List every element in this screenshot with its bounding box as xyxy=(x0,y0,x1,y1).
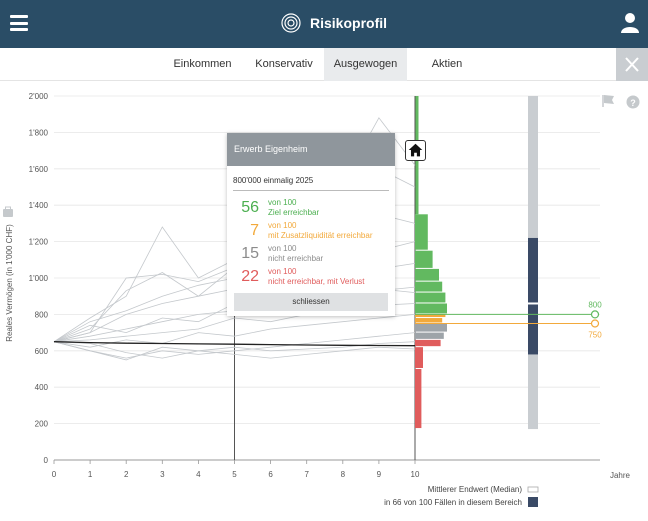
legend-range-label: in 66 von 100 Fällen in diesem Bereich xyxy=(384,498,522,507)
y-tick-label: 1'200 xyxy=(29,238,49,247)
x-tick-label: 9 xyxy=(377,470,382,479)
popup-line1: von 100 xyxy=(268,244,297,253)
popup-text: von 100 nicht erreichbar xyxy=(268,244,323,264)
x-tick-label: 5 xyxy=(232,470,237,479)
x-tick-label: 1 xyxy=(88,470,93,479)
goal-line-label: 800 xyxy=(588,300,602,309)
popup-line1: von 100 xyxy=(268,221,297,230)
y-tick-label: 600 xyxy=(35,347,49,356)
legend-range-swatch xyxy=(528,497,538,507)
histogram-bar xyxy=(415,369,422,429)
popup-line1: von 100 xyxy=(268,198,297,207)
popup-subtitle: 800'000 einmalig 2025 xyxy=(233,176,389,191)
histogram-bar xyxy=(415,318,443,323)
histogram-bar xyxy=(415,347,423,368)
popup-num: 22 xyxy=(241,268,259,285)
range-median-marker xyxy=(528,302,538,305)
histogram-bar xyxy=(415,292,446,303)
close-icon[interactable] xyxy=(616,48,648,81)
x-tick-label: 10 xyxy=(411,470,420,479)
popup-line2: Ziel erreichbar xyxy=(268,208,320,217)
briefcase-icon[interactable] xyxy=(3,206,13,217)
goal-line-handle[interactable] xyxy=(590,310,600,319)
popup-text: von 100 nicht erreichbar, mit Verlust xyxy=(268,267,364,287)
popup-num: 56 xyxy=(241,199,259,216)
home-icon[interactable] xyxy=(405,140,426,161)
top-bar: Risikoprofil xyxy=(0,0,648,48)
histogram-bar xyxy=(415,303,447,314)
event-popup: Erwerb Eigenheim 800'000 einmalig 2025 5… xyxy=(227,133,395,316)
popup-title: Erwerb Eigenheim xyxy=(227,133,395,166)
y-tick-label: 200 xyxy=(35,420,49,429)
x-tick-label: 2 xyxy=(124,470,129,479)
histogram-bar xyxy=(415,323,447,332)
flag-icon[interactable] xyxy=(602,95,614,107)
x-tick-label: 8 xyxy=(341,470,346,479)
x-tick-label: 4 xyxy=(196,470,201,479)
close-popup-button[interactable]: schliessen xyxy=(234,293,388,311)
help-icon[interactable]: ? xyxy=(626,95,640,109)
y-axis-label: Reales Vermögen (in 1'000 CHF) xyxy=(5,224,14,342)
x-tick-label: 7 xyxy=(304,470,309,479)
y-tick-label: 1'600 xyxy=(29,165,49,174)
tab-ausgewogen[interactable]: Ausgewogen xyxy=(324,48,407,81)
y-tick-label: 1'400 xyxy=(29,201,49,210)
y-tick-label: 800 xyxy=(35,310,49,319)
popup-num: 15 xyxy=(241,245,259,262)
tab-konservativ[interactable]: Konservativ xyxy=(246,48,322,81)
x-tick-label: 6 xyxy=(268,470,273,479)
liquidity-line-label: 750 xyxy=(588,331,602,340)
target-icon xyxy=(281,13,301,33)
menu-icon[interactable] xyxy=(10,15,28,31)
y-tick-label: 400 xyxy=(35,383,49,392)
legend-median-swatch xyxy=(527,486,539,493)
popup-row-reachable: 56 von 100 Ziel erreichbar xyxy=(235,197,395,220)
popup-line2: nicht erreichbar, mit Verlust xyxy=(268,277,365,286)
liquidity-line-handle[interactable] xyxy=(590,319,600,328)
histogram-bar xyxy=(415,339,441,347)
tab-bar: Einkommen Konservativ Ausgewogen Aktien xyxy=(0,48,648,81)
page-title: Risikoprofil xyxy=(310,15,388,31)
popup-text: von 100 mit Zusatzliquidität erreichbar xyxy=(268,221,372,241)
x-tick-label: 3 xyxy=(160,470,165,479)
y-tick-label: 1'000 xyxy=(29,274,49,283)
y-tick-label: 2'000 xyxy=(29,92,49,101)
y-tick-label: 1'800 xyxy=(29,128,49,137)
y-tick-label: 0 xyxy=(44,456,49,465)
x-axis-label: Jahre xyxy=(610,471,631,480)
popup-line2: nicht erreichbar xyxy=(268,254,324,263)
popup-text: von 100 Ziel erreichbar xyxy=(268,198,319,218)
x-tick-label: 0 xyxy=(52,470,57,479)
histogram-bar xyxy=(415,250,433,268)
popup-row-loss: 22 von 100 nicht erreichbar, mit Verlust xyxy=(235,266,395,289)
legend-median-label: Mittlerer Endwert (Median) xyxy=(428,485,523,494)
histogram-bar xyxy=(415,268,439,281)
popup-num: 7 xyxy=(250,222,259,239)
popup-line2: mit Zusatzliquidität erreichbar xyxy=(268,231,373,240)
histogram-bar xyxy=(415,214,428,250)
svg-text:?: ? xyxy=(630,98,636,108)
tab-einkommen[interactable]: Einkommen xyxy=(165,48,240,81)
range-band xyxy=(528,237,538,355)
tab-aktien[interactable]: Aktien xyxy=(414,48,480,81)
user-icon[interactable] xyxy=(620,12,640,34)
popup-row-not-reachable: 15 von 100 nicht erreichbar xyxy=(235,243,395,266)
histogram-bar xyxy=(415,281,443,292)
popup-row-liquidity: 7 von 100 mit Zusatzliquidität erreichba… xyxy=(235,220,395,243)
popup-line1: von 100 xyxy=(268,267,297,276)
histogram-bar xyxy=(415,332,444,339)
